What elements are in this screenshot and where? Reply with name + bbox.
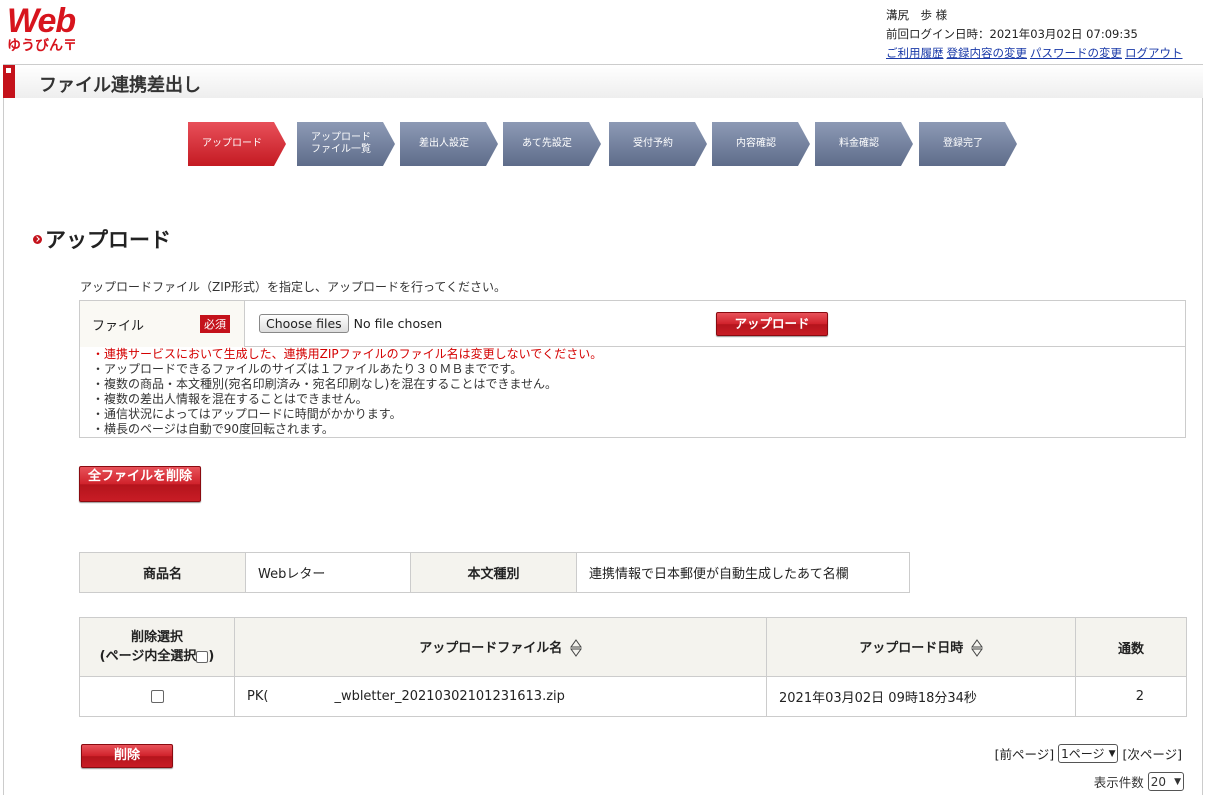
note-item: ・複数の差出人情報を混在することはできません。 [92, 392, 368, 406]
chevron-down-icon: ▼ [1108, 748, 1116, 759]
step-label: 受付予約 [633, 138, 673, 149]
user-name: 溝尻 歩 様 [886, 8, 948, 22]
section-title: アップロード [33, 224, 171, 254]
row-count: 2 [1075, 676, 1187, 717]
body-type-header: 本文種別 [410, 552, 577, 593]
web-yubin-logo[interactable]: Web ゆうびん〒 [7, 4, 89, 56]
sort-icon[interactable] [569, 639, 582, 658]
select-all-label-end: ) [208, 649, 215, 664]
row-filename-suffix: _wbletter_20210302101231613.zip [334, 689, 565, 704]
note-item: ・横長のページは自動で90度回転されます。 [92, 422, 334, 436]
choose-files-button[interactable]: Choose files [259, 314, 349, 333]
required-badge: 必須 [200, 315, 230, 333]
display-count-value: 20 [1150, 774, 1167, 789]
bullet-icon [33, 234, 42, 244]
display-count-label: 表示件数 [1093, 775, 1144, 790]
filename-header[interactable]: アップロードファイル名 [234, 617, 767, 677]
upload-instructions: アップロードファイル（ZIP形式）を指定し、アップロードを行ってください。 [80, 280, 507, 294]
file-label: ファイル [92, 319, 145, 334]
select-all-checkbox[interactable] [196, 650, 209, 663]
step-content-confirm: 内容確認 [712, 122, 810, 166]
file-input[interactable]: Choose files No file chosen [259, 314, 442, 333]
logo-web-text: Web [7, 2, 76, 40]
step-label: 内容確認 [736, 138, 776, 149]
note-item: ・複数の商品・本文種別(宛名印刷済み・宛名印刷なし)を混在することはできません。 [92, 377, 558, 391]
page-select[interactable]: 1ページ ▼ [1058, 744, 1119, 763]
link-edit-registration[interactable]: 登録内容の変更 [947, 46, 1028, 60]
user-info: 溝尻 歩 様 前回ログイン日時：2021年03月02日 07:09:35 ご利用… [886, 6, 1196, 63]
note-item: ・アップロードできるファイルのサイズは１ファイルあたり３０ＭＢまでです。 [92, 362, 523, 376]
step-fee-confirm: 料金確認 [815, 122, 913, 166]
product-info-table: 商品名 Webレター 本文種別 連携情報で日本郵便が自動生成したあて名欄 [79, 552, 910, 593]
upload-date-header[interactable]: アップロード日時 [766, 617, 1076, 677]
header-links: ご利用履歴 登録内容の変更 パスワードの変更 ログアウト [886, 44, 1196, 63]
product-name-value: Webレター [245, 552, 411, 593]
file-label-cell: ファイル 必須 [80, 301, 245, 347]
step-registration-complete: 登録完了 [919, 122, 1017, 166]
delete-select-header: 削除選択 (ページ内全選択) [79, 617, 235, 677]
page-select-value: 1ページ [1061, 747, 1105, 761]
delete-all-files-button[interactable]: 全ファイルを削除 [79, 466, 201, 502]
step-label: アップロード [202, 138, 262, 149]
title-accent-bar [3, 65, 15, 98]
link-logout[interactable]: ログアウト [1125, 46, 1183, 60]
note-item: ・連携サービスにおいて生成した、連携用ZIPファイルのファイル名は変更しないでく… [92, 347, 603, 361]
step-upload: アップロード [188, 122, 286, 166]
product-name-header: 商品名 [79, 552, 246, 593]
step-label: 登録完了 [943, 138, 983, 149]
next-page-link[interactable]: [次ページ] [1122, 744, 1182, 763]
upload-date-header-label: アップロード日時 [859, 640, 964, 656]
prev-page-link[interactable]: [前ページ] [995, 744, 1055, 763]
step-upload-file-list: アップロード ファイル一覧 [297, 122, 395, 166]
page-title: ファイル連携差出し [39, 75, 201, 96]
note-item: ・通信状況によってはアップロードに時間がかかります。 [92, 407, 402, 421]
display-count-select[interactable]: 20 ▼ [1147, 772, 1184, 791]
row-select-cell [79, 676, 235, 717]
step-label: 料金確認 [839, 138, 879, 149]
delete-select-label: 削除選択 [130, 630, 183, 645]
display-count: 表示件数 20 ▼ [1094, 772, 1184, 791]
table-row: PK( _wbletter_20210302101231613.zip 2021年… [79, 676, 1187, 717]
logo-yubin-text: ゆうびん〒 [7, 38, 77, 54]
uploaded-files-table: 削除選択 (ページ内全選択) アップロードファイル名 アップロード日時 通数 P… [79, 617, 1187, 717]
sort-icon[interactable] [970, 639, 983, 658]
row-checkbox[interactable] [150, 690, 164, 703]
step-label: アップロード ファイル一覧 [311, 132, 371, 155]
no-file-chosen-text: No file chosen [353, 316, 443, 331]
step-label: あて先設定 [522, 138, 572, 149]
link-change-password[interactable]: パスワードの変更 [1030, 46, 1122, 60]
link-usage-history[interactable]: ご利用履歴 [886, 46, 944, 60]
count-header: 通数 [1075, 617, 1187, 677]
step-sender-settings: 差出人設定 [400, 122, 498, 166]
step-recipient-settings: あて先設定 [503, 122, 601, 166]
select-all-label: (ページ内全選択 [99, 649, 197, 664]
step-label: 差出人設定 [419, 138, 469, 149]
upload-notes: ・連携サービスにおいて生成した、連携用ZIPファイルのファイル名は変更しないでく… [80, 347, 1185, 437]
upload-button[interactable]: アップロード [716, 312, 828, 336]
step-reservation: 受付予約 [609, 122, 707, 166]
title-bar: ファイル連携差出し [3, 64, 1203, 98]
last-login: 前回ログイン日時：2021年03月02日 07:09:35 [886, 27, 1138, 41]
chevron-down-icon: ▼ [1174, 776, 1181, 787]
section-title-text: アップロード [45, 228, 171, 252]
pager: [前ページ] 1ページ ▼ [次ページ] [995, 744, 1182, 763]
delete-button[interactable]: 削除 [81, 744, 173, 768]
row-filename: PK( _wbletter_20210302101231613.zip [234, 676, 767, 717]
row-upload-date: 2021年03月02日 09時18分34秒 [766, 676, 1076, 717]
upload-form: ファイル 必須 Choose files No file chosen アップロ… [79, 300, 1186, 438]
row-filename-prefix: PK( [247, 689, 269, 704]
filename-header-label: アップロードファイル名 [419, 640, 563, 656]
body-type-value: 連携情報で日本郵便が自動生成したあて名欄 [576, 552, 910, 593]
